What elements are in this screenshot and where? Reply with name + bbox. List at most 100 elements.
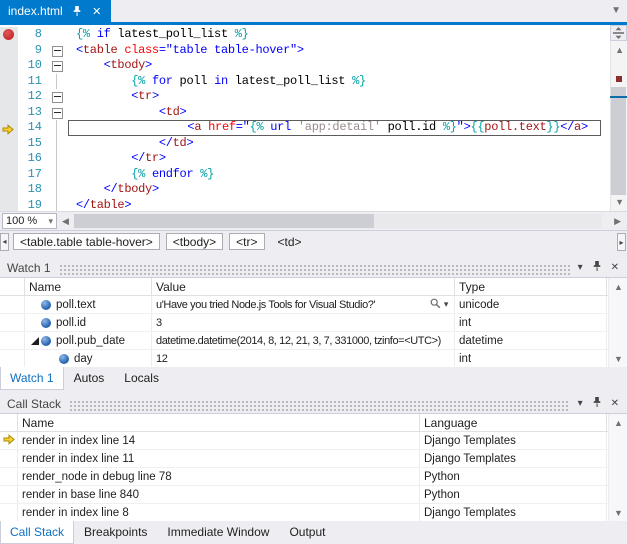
indicator-margin[interactable] <box>0 167 18 183</box>
tab-call-stack[interactable]: Call Stack <box>0 521 74 544</box>
value-visualizer[interactable]: ▾ <box>430 298 450 312</box>
frame-name-cell[interactable]: render in index line 14 <box>18 432 420 449</box>
watch-row[interactable]: poll.pub_datedatetime.datetime(2014, 8, … <box>0 332 627 350</box>
window-menu-icon[interactable]: ▾ <box>578 263 583 273</box>
folding-margin[interactable] <box>46 182 68 198</box>
vscroll-thumb[interactable] <box>611 87 626 195</box>
fold-collapse-icon[interactable] <box>52 61 63 72</box>
code-line[interactable]: 9<table class="table table-hover"> <box>0 43 627 59</box>
callstack-col-language[interactable]: Language <box>420 414 607 431</box>
scroll-left-icon[interactable]: ◀ <box>62 216 69 227</box>
breadcrumb-item[interactable]: <table.table table-hover> <box>13 233 160 250</box>
indicator-margin[interactable] <box>0 136 18 152</box>
folding-margin[interactable] <box>46 167 68 183</box>
watch-scrollbar[interactable]: ▲ ▼ <box>608 278 627 368</box>
code-line[interactable]: 13 <td> <box>0 105 627 121</box>
window-menu-icon[interactable]: ▾ <box>578 399 583 409</box>
code-line[interactable]: 8{% if latest_poll_list %} <box>0 27 627 43</box>
indicator-margin[interactable] <box>0 89 18 105</box>
folding-margin[interactable] <box>46 74 68 90</box>
indicator-margin[interactable] <box>0 74 18 90</box>
editor-splitter-grip[interactable] <box>610 25 627 41</box>
callstack-frame-row[interactable]: render in index line 14Django Templates <box>0 432 627 450</box>
breadcrumb-item[interactable]: <tr> <box>229 233 264 250</box>
code-line[interactable]: 18 </tbody> <box>0 182 627 198</box>
code-line[interactable]: 17 {% endfor %} <box>0 167 627 183</box>
callstack-col-name[interactable]: Name <box>18 414 420 431</box>
callstack-title-bar[interactable]: Call Stack ▾ ✕ <box>0 394 627 413</box>
scroll-up-icon[interactable]: ▲ <box>614 282 623 292</box>
breadcrumb-item[interactable]: <td> <box>271 233 309 250</box>
visualizer-dropdown-icon[interactable]: ▾ <box>444 299 448 310</box>
watch-value-cell[interactable]: u'Have you tried Node.js Tools for Visua… <box>152 296 455 313</box>
code-line[interactable]: 16 </tr> <box>0 151 627 167</box>
watch-header-row[interactable]: NameValueType <box>0 278 627 296</box>
watch-value-cell[interactable]: 12 <box>152 350 455 367</box>
pin-tab-icon[interactable] <box>71 5 83 17</box>
watch-value-cell[interactable]: 3 <box>152 314 455 331</box>
breadcrumb-item[interactable]: <tbody> <box>166 233 223 250</box>
scroll-down-icon[interactable]: ▼ <box>614 354 623 364</box>
watch-title-bar[interactable]: Watch 1 ▾ ✕ <box>0 258 627 277</box>
folding-margin[interactable] <box>46 43 68 59</box>
fold-collapse-icon[interactable] <box>52 92 63 103</box>
scroll-up-icon[interactable]: ▲ <box>615 45 624 55</box>
callstack-frame-row[interactable]: render_node in debug line 78Python <box>0 468 627 486</box>
indicator-margin[interactable] <box>0 27 18 43</box>
callstack-frame-row[interactable]: render in index line 8Django Templates <box>0 504 627 522</box>
frame-name-cell[interactable]: render_node in debug line 78 <box>18 468 420 485</box>
pin-icon[interactable] <box>592 260 602 275</box>
watch-name-cell[interactable]: day <box>25 350 152 367</box>
watch-name-cell[interactable]: poll.pub_date <box>25 332 152 349</box>
breadcrumb-scroll-right-icon[interactable]: ▸ <box>617 233 626 251</box>
document-list-dropdown-icon[interactable]: ▼ <box>611 5 621 16</box>
scroll-up-icon[interactable]: ▲ <box>614 418 623 428</box>
watch-col-name[interactable]: Name <box>25 278 152 295</box>
scroll-down-icon[interactable]: ▼ <box>614 508 623 518</box>
close-tab-icon[interactable]: ✕ <box>91 5 103 17</box>
callstack-frame-row[interactable]: render in base line 840Python <box>0 486 627 504</box>
watch-col-value[interactable]: Value <box>152 278 455 295</box>
code-line[interactable]: 14 <a href="{% url 'app:detail' poll.id … <box>0 120 627 136</box>
tab-immediate-window[interactable]: Immediate Window <box>157 521 279 544</box>
callstack-frame-row[interactable]: render in index line 11Django Templates <box>0 450 627 468</box>
indicator-margin[interactable] <box>0 43 18 59</box>
code-line[interactable]: 12 <tr> <box>0 89 627 105</box>
indicator-margin[interactable] <box>0 58 18 74</box>
scroll-right-icon[interactable]: ▶ <box>614 216 621 227</box>
folding-margin[interactable] <box>46 89 68 105</box>
indicator-margin[interactable] <box>0 151 18 167</box>
watch-col-type[interactable]: Type <box>455 278 607 295</box>
tab-watch-1[interactable]: Watch 1 <box>0 367 64 390</box>
expander-icon[interactable] <box>29 337 41 345</box>
folding-margin[interactable] <box>46 27 68 43</box>
folding-margin[interactable] <box>46 120 68 136</box>
tab-index-html[interactable]: index.html ✕ <box>0 0 111 22</box>
callstack-header-row[interactable]: NameLanguage <box>0 414 627 432</box>
folding-margin[interactable] <box>46 58 68 74</box>
frame-name-cell[interactable]: render in base line 840 <box>18 486 420 503</box>
watch-row[interactable]: day12int <box>0 350 627 368</box>
frame-name-cell[interactable]: render in index line 11 <box>18 450 420 467</box>
watch-row[interactable]: poll.id3int <box>0 314 627 332</box>
code-line[interactable]: 15 </td> <box>0 136 627 152</box>
callstack-scrollbar[interactable]: ▲ ▼ <box>608 414 627 522</box>
tab-output[interactable]: Output <box>279 521 335 544</box>
indicator-margin[interactable] <box>0 120 18 136</box>
magnifier-icon[interactable] <box>430 298 441 312</box>
tab-breakpoints[interactable]: Breakpoints <box>74 521 157 544</box>
folding-margin[interactable] <box>46 105 68 121</box>
breadcrumb-scroll-left-icon[interactable]: ◂ <box>0 233 9 251</box>
indicator-margin[interactable] <box>0 182 18 198</box>
fold-collapse-icon[interactable] <box>52 46 63 57</box>
scroll-down-icon[interactable]: ▼ <box>615 197 624 207</box>
watch-name-cell[interactable]: poll.text <box>25 296 152 313</box>
code-line[interactable]: 10 <tbody> <box>0 58 627 74</box>
indicator-margin[interactable] <box>0 105 18 121</box>
pin-icon[interactable] <box>592 396 602 411</box>
watch-name-cell[interactable]: poll.id <box>25 314 152 331</box>
code-editor[interactable]: 8{% if latest_poll_list %}9<table class=… <box>0 25 627 211</box>
close-icon[interactable]: ✕ <box>611 399 619 409</box>
tab-autos[interactable]: Autos <box>64 367 115 390</box>
folding-margin[interactable] <box>46 151 68 167</box>
